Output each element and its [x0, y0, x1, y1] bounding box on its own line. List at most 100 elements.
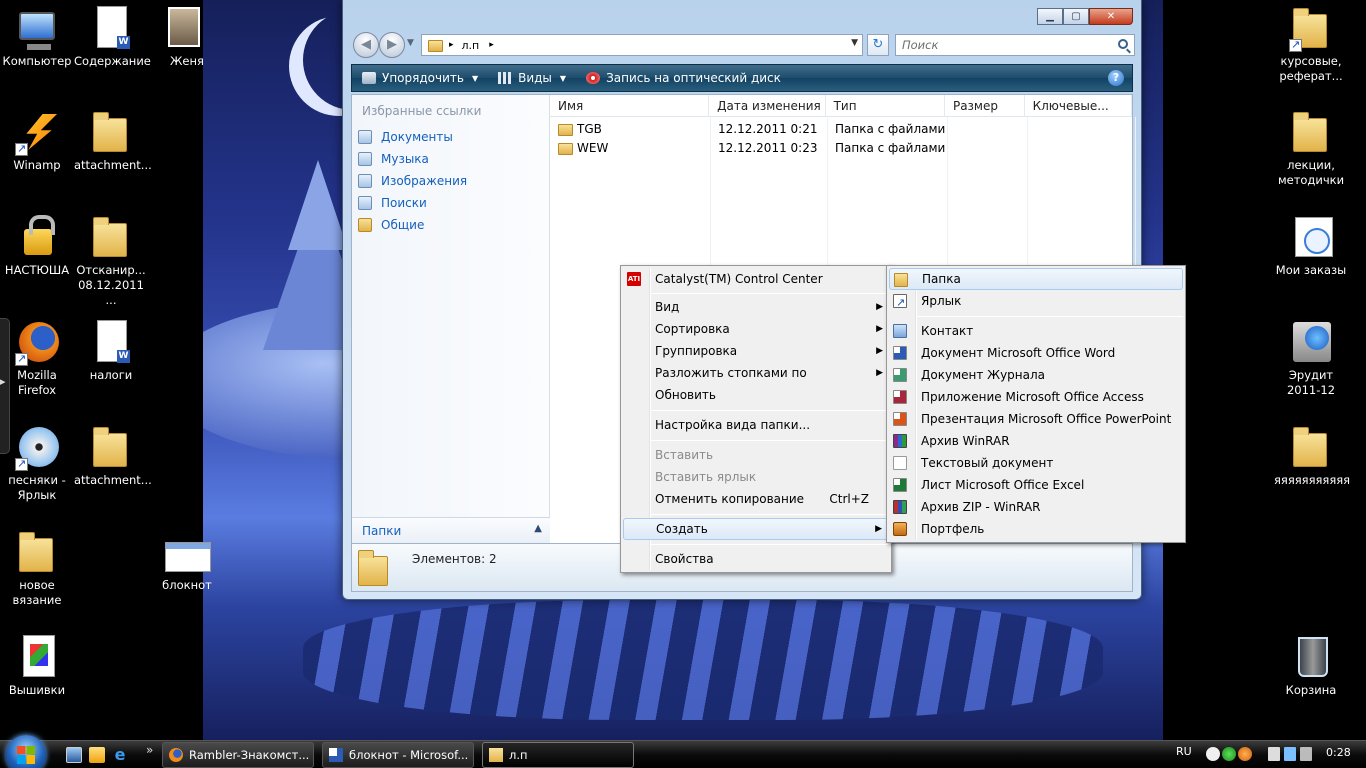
new-zip-item[interactable]: Архив ZIP - WinRAR	[889, 496, 1183, 518]
icq-icon[interactable]	[1222, 747, 1236, 761]
menu-item-label: Свойства	[655, 552, 714, 566]
desktop-icon-label: Корзина	[1285, 683, 1337, 697]
new-folder-item[interactable]: Папка	[889, 268, 1183, 290]
desktop-icon-moi-zakazy[interactable]: Мои заказы	[1274, 213, 1348, 278]
media-player-icon[interactable]	[89, 747, 105, 763]
back-button[interactable]: ◀	[353, 32, 379, 58]
desktop-icon-computer[interactable]: Компьютер	[0, 4, 74, 69]
close-button[interactable]: ✕	[1089, 8, 1133, 25]
word-icon	[329, 748, 343, 762]
favorite-link-searches[interactable]: Поиски	[358, 193, 427, 213]
new-winrar-item[interactable]: Архив WinRAR	[889, 430, 1183, 452]
favorite-link-label: Документы	[381, 130, 453, 144]
new-contact-item[interactable]: Контакт	[889, 320, 1183, 342]
column-header-name[interactable]: Имя	[550, 95, 710, 117]
search-input[interactable]: Поиск	[895, 34, 1135, 56]
favorite-link-documents[interactable]: Документы	[358, 127, 453, 147]
new-shortcut-item[interactable]: Ярлык	[889, 290, 1183, 314]
refresh-button[interactable]: ↻	[867, 34, 889, 56]
language-indicator[interactable]: RU	[1176, 745, 1192, 758]
desktop-icon-novoe-vyazanie[interactable]: новое вязание	[0, 528, 74, 608]
desktop-icon-kursovye[interactable]: курсовые, реферат...	[1274, 4, 1348, 84]
breadcrumb-separator[interactable]: ▸	[449, 40, 454, 50]
menu-item-label: Контакт	[921, 324, 974, 338]
menu-item-undo-copy[interactable]: Отменить копирование Ctrl+Z	[623, 488, 889, 510]
forward-button[interactable]: ▶	[379, 32, 405, 58]
tray-app-icon[interactable]	[1238, 747, 1252, 761]
internet-explorer-icon[interactable]: e	[112, 747, 128, 763]
desktop-icon-bloknot[interactable]: блокнот	[150, 528, 224, 593]
new-briefcase-item[interactable]: Портфель	[889, 518, 1183, 540]
safely-remove-icon[interactable]	[1268, 747, 1280, 761]
menu-item-view[interactable]: Вид ▶	[623, 296, 889, 318]
desktop-icon-attachment-1[interactable]: attachment...	[74, 108, 152, 173]
file-row[interactable]: WEW 12.12.2011 0:23 Папка с файлами	[550, 138, 1132, 157]
menu-item-new[interactable]: Создать ▶	[623, 518, 889, 540]
pictures-icon	[358, 174, 372, 188]
column-header-date[interactable]: Дата изменения	[709, 95, 826, 117]
file-row[interactable]: TGB 12.12.2011 0:21 Папка с файлами	[550, 119, 1132, 138]
favorite-link-public[interactable]: Общие	[358, 215, 424, 235]
menu-item-label: Архив WinRAR	[921, 434, 1010, 448]
show-desktop-icon[interactable]	[66, 747, 82, 763]
favorite-link-pictures[interactable]: Изображения	[358, 171, 467, 191]
desktop-icon-attachment-2[interactable]: attachment...	[74, 423, 152, 488]
maximize-button[interactable]: ▢	[1063, 8, 1089, 25]
desktop-icon-scanned[interactable]: Отсканир... 08.12.2011 ...	[74, 213, 148, 308]
column-header-keywords[interactable]: Ключевые...	[1025, 95, 1133, 117]
history-dropdown[interactable]: ▼	[407, 38, 414, 48]
desktop-icon-recycle-bin[interactable]: Корзина	[1274, 633, 1348, 698]
new-journal-item[interactable]: Документ Журнала	[889, 364, 1183, 386]
breadcrumb-separator[interactable]: ▸	[489, 40, 494, 50]
sidebar-toggle-tab[interactable]	[0, 318, 10, 454]
address-bar[interactable]: ▸ л.п ▸ ▼	[421, 34, 863, 56]
desktop-icon-nalogi[interactable]: налоги	[74, 318, 148, 383]
volume-icon[interactable]	[1300, 747, 1312, 761]
taskbar-button-lp[interactable]: л.п	[482, 742, 634, 768]
start-button[interactable]	[6, 735, 46, 768]
desktop-icon-pesnyaki[interactable]: песняки - Ярлык	[0, 423, 74, 503]
new-text-document-item[interactable]: Текстовый документ	[889, 452, 1183, 474]
menu-item-properties[interactable]: Свойства	[623, 548, 889, 570]
menu-item-sort[interactable]: Сортировка ▶	[623, 318, 889, 340]
menu-item-refresh[interactable]: Обновить	[623, 384, 889, 406]
minimize-button[interactable]: ▁	[1037, 8, 1063, 25]
views-button[interactable]: Виды ▼	[488, 65, 576, 91]
menu-item-group[interactable]: Группировка ▶	[623, 340, 889, 362]
taskbar-button-rambler[interactable]: Rambler-Знакомст...	[162, 742, 314, 768]
menu-item-catalyst[interactable]: ATI Catalyst(TM) Control Center	[623, 268, 889, 290]
menu-item-stack[interactable]: Разложить стопками по ▶	[623, 362, 889, 384]
tray-app-icon[interactable]	[1206, 747, 1220, 761]
folders-toggle[interactable]: Папки ▲	[352, 517, 550, 543]
address-dropdown-icon[interactable]: ▼	[851, 38, 858, 48]
quick-launch-more-button[interactable]: »	[146, 743, 153, 757]
network-icon[interactable]	[1284, 747, 1296, 761]
desktop-icon-erudit[interactable]: Эрудит 2011-12	[1274, 318, 1348, 398]
help-button[interactable]: ?	[1108, 70, 1124, 86]
desktop-icon-firefox[interactable]: Mozilla Firefox	[0, 318, 74, 398]
desktop-icon-lektsii[interactable]: лекции, методички	[1274, 108, 1348, 188]
search-icon[interactable]	[1118, 39, 1128, 49]
organize-button[interactable]: Упорядочить ▼	[352, 65, 488, 91]
desktop-icon-vyshivki[interactable]: Вышивки	[0, 633, 74, 698]
new-word-document-item[interactable]: Документ Microsoft Office Word	[889, 342, 1183, 364]
menu-item-label: Текстовый документ	[921, 456, 1054, 470]
menu-item-label: Папка	[922, 272, 961, 286]
views-label: Виды	[518, 71, 552, 85]
taskbar-button-bloknot[interactable]: блокнот - Microsof...	[322, 742, 474, 768]
desktop-icon-zhenya[interactable]: Женя	[150, 4, 224, 69]
menu-item-customize-folder[interactable]: Настройка вида папки...	[623, 414, 889, 436]
clock[interactable]: 0:28	[1326, 746, 1351, 759]
desktop-icon-winamp[interactable]: Winamp	[0, 108, 74, 173]
column-header-size[interactable]: Размер	[945, 95, 1025, 117]
new-excel-item[interactable]: Лист Microsoft Office Excel	[889, 474, 1183, 496]
desktop-icon-soderzhanie[interactable]: Содержание	[74, 4, 151, 69]
burn-disc-button[interactable]: Запись на оптический диск	[576, 65, 791, 91]
breadcrumb-current[interactable]: л.п	[462, 39, 480, 52]
column-header-type[interactable]: Тип	[826, 95, 945, 117]
desktop-icon-nastyusha[interactable]: НАСТЮША	[0, 213, 74, 278]
new-powerpoint-item[interactable]: Презентация Microsoft Office PowerPoint	[889, 408, 1183, 430]
favorite-link-music[interactable]: Музыка	[358, 149, 429, 169]
desktop-icon-yayaya[interactable]: яяяяяяяяяяя	[1274, 423, 1350, 488]
new-access-item[interactable]: Приложение Microsoft Office Access	[889, 386, 1183, 408]
